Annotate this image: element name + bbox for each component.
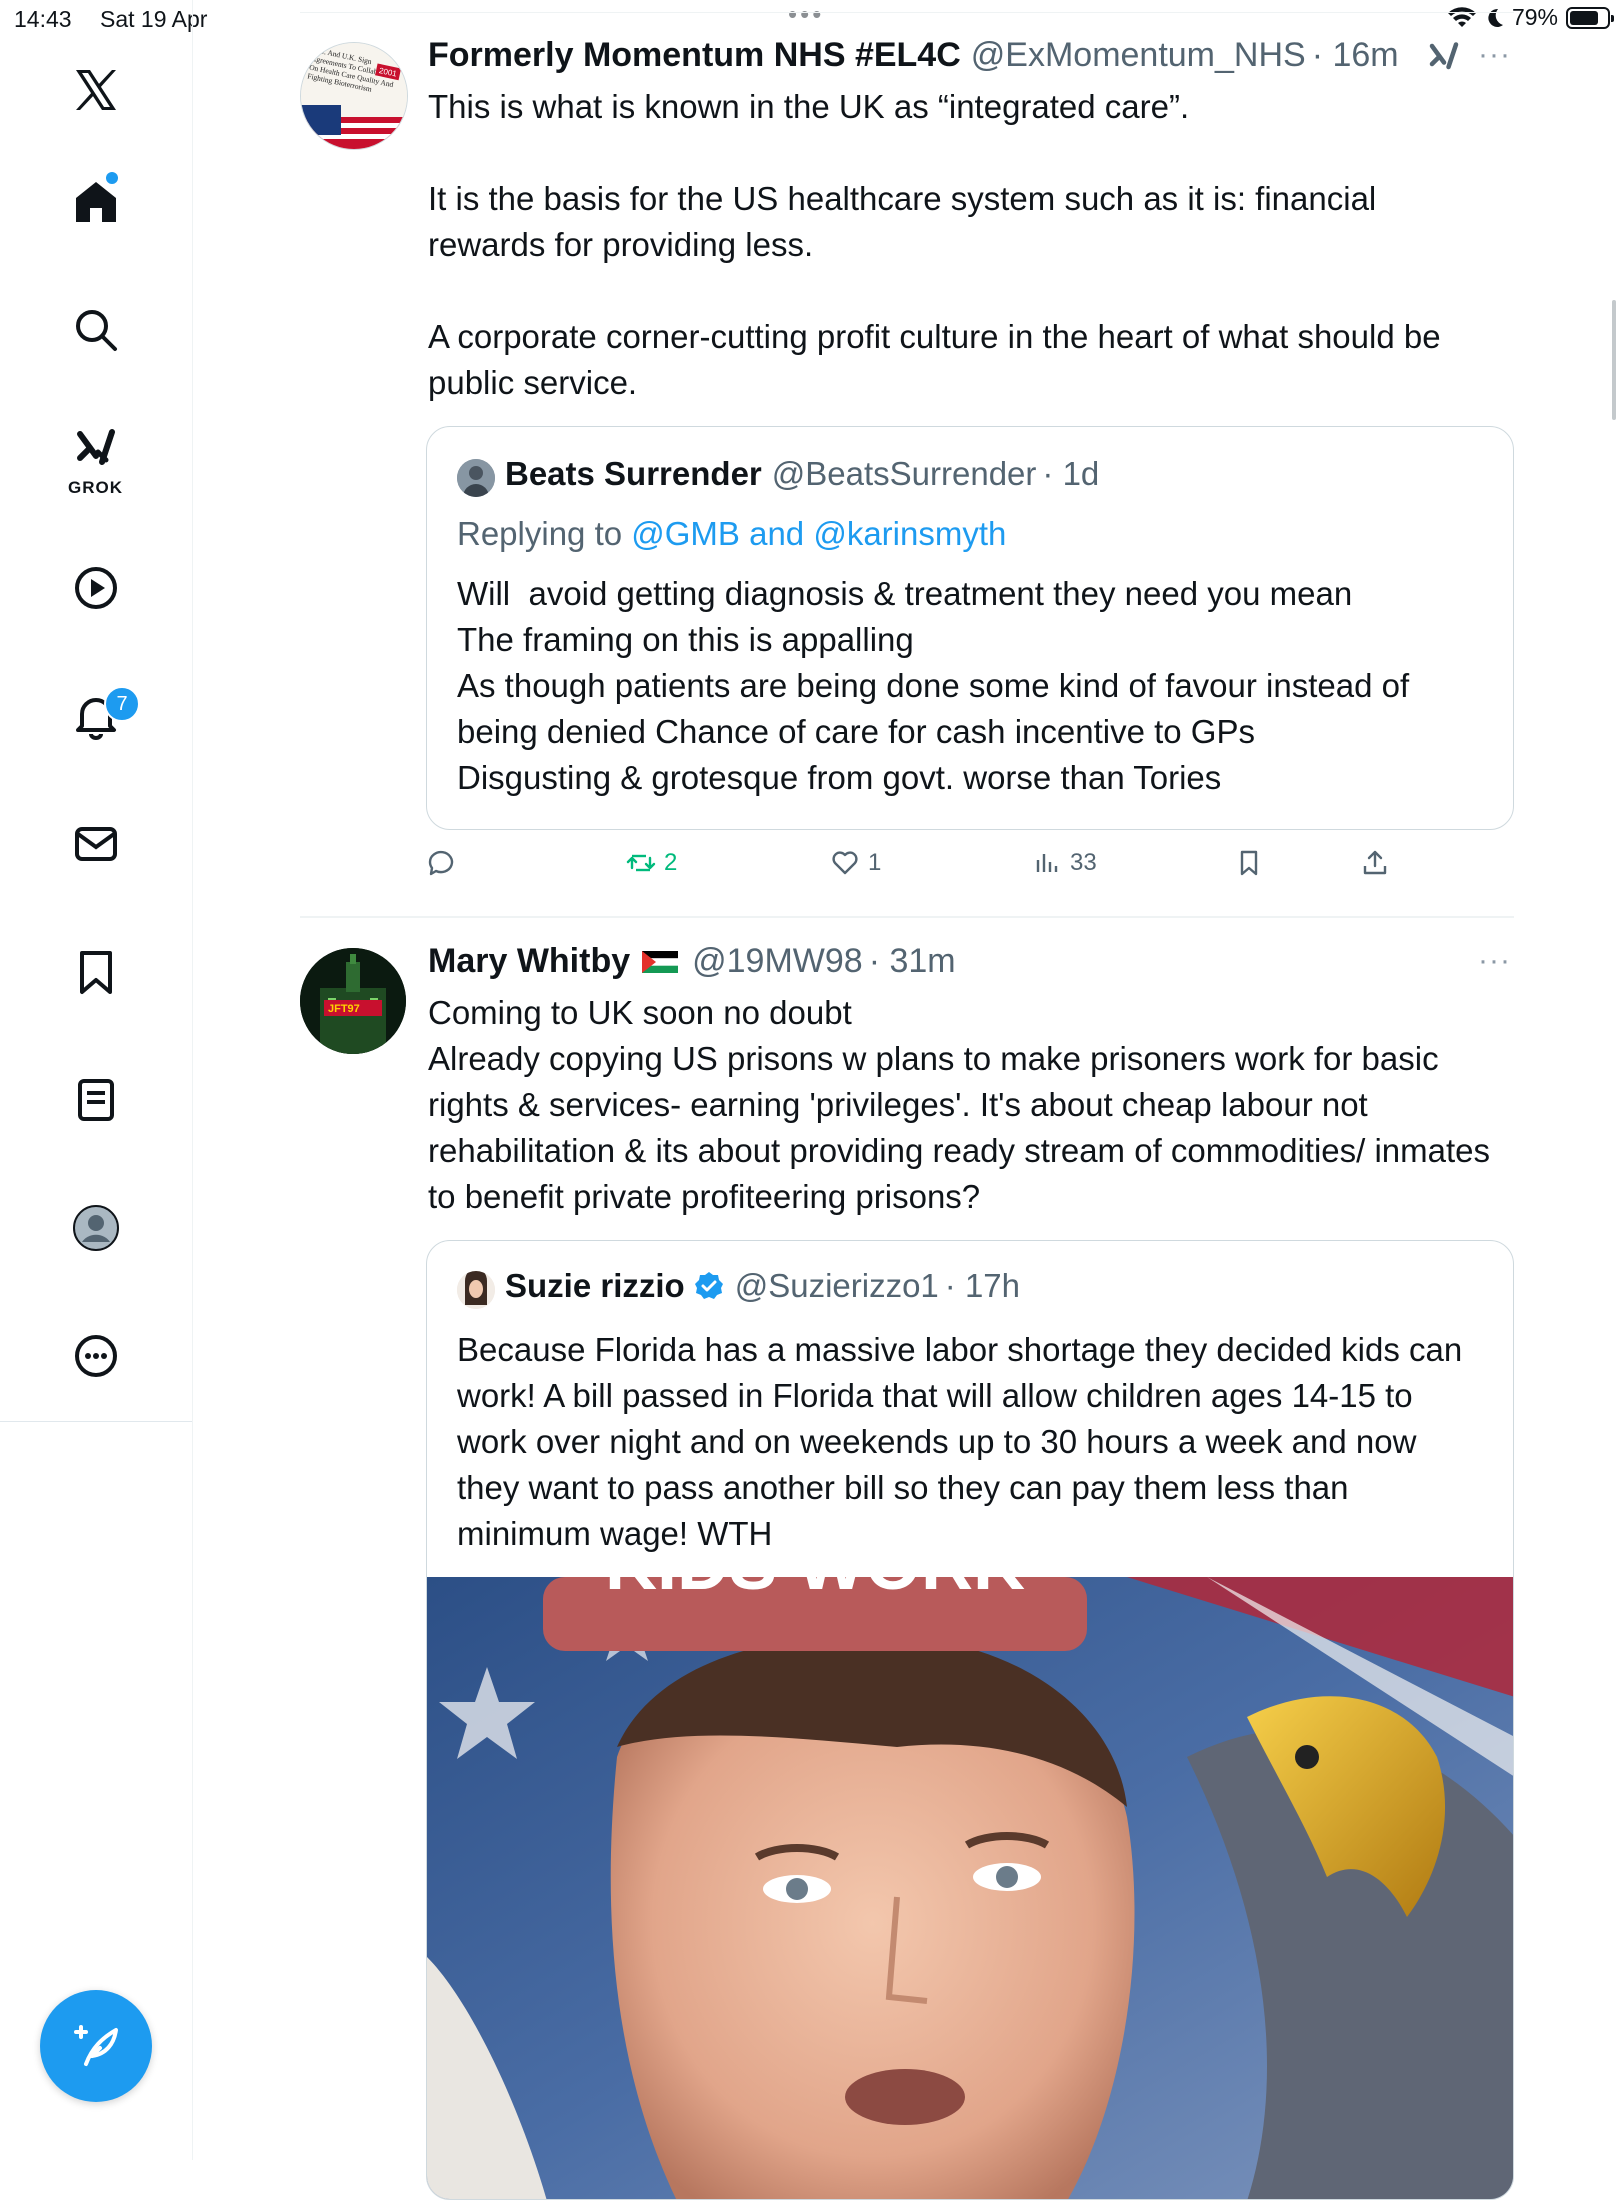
profile-icon: [73, 1205, 119, 1251]
quoted-tweet[interactable]: Beats Surrender @BeatsSurrender · 1d Rep…: [426, 426, 1514, 830]
messages-icon: [75, 827, 117, 861]
author-handle[interactable]: @ExMomentum_NHS: [971, 36, 1306, 75]
replying-to-users[interactable]: @GMB and @karinsmyth: [631, 515, 1006, 552]
quoted-avatar-image: [457, 459, 495, 497]
nav-search[interactable]: [56, 290, 136, 370]
battery-icon: [1566, 6, 1614, 29]
tweet-actions: 2 1 33: [426, 848, 1426, 888]
avatar-text: JFT97: [328, 1003, 360, 1015]
sidebar: GROK 7: [0, 0, 193, 2160]
quoted-text: Because Florida has a massive labor shor…: [457, 1331, 1472, 1552]
reply-icon: [428, 850, 454, 876]
replying-to: Replying to @GMB and @karinsmyth: [457, 515, 1006, 553]
quoted-time: · 1d: [1042, 455, 1100, 492]
x-logo-icon: [76, 70, 116, 110]
lists-icon: [78, 1079, 114, 1121]
like-count: 1: [868, 849, 882, 876]
author-name[interactable]: Mary Whitby: [428, 942, 630, 981]
repost-count: 2: [664, 849, 678, 876]
quoted-author-handle: @BeatsSurrender: [771, 455, 1037, 492]
sidebar-divider: [0, 1421, 192, 1422]
grok-label: GROK: [68, 478, 123, 497]
author-name[interactable]: Formerly Momentum NHS #EL4C: [428, 36, 961, 75]
nav-bookmarks[interactable]: [56, 932, 136, 1012]
quoted-header: Beats Surrender @BeatsSurrender · 1d: [505, 455, 1099, 493]
repost-button[interactable]: 2: [626, 848, 677, 878]
tweet-time[interactable]: · 16m: [1312, 36, 1399, 75]
avatar[interactable]: JFT97: [300, 948, 406, 1054]
quoted-text: Will avoid getting diagnosis & treatment…: [457, 575, 1410, 796]
battery-percent: 79%: [1511, 4, 1558, 30]
bookmark-icon: [1240, 850, 1258, 876]
tweet-divider: [300, 916, 1514, 918]
more-options-icon[interactable]: ···: [1478, 944, 1511, 978]
nav-more[interactable]: [56, 1316, 136, 1396]
media-thumbnail-image: KIDS WORK: [427, 1577, 1513, 2199]
avatar[interactable]: U.S. And U.K. Sign Agreements To Collabo…: [300, 42, 408, 150]
quoted-avatar: [457, 1271, 495, 1309]
tweet-text: Coming to UK soon no doubt Already copyi…: [428, 994, 1491, 1215]
share-icon: [1363, 850, 1387, 875]
quoted-author-name: Beats Surrender: [505, 455, 762, 492]
scrollbar[interactable]: [1612, 300, 1616, 420]
heart-icon: [832, 851, 858, 875]
video-icon: [75, 567, 117, 609]
nav-messages[interactable]: [56, 804, 136, 884]
notification-badge: 7: [104, 686, 140, 722]
quoted-media-video[interactable]: KIDS WORK: [427, 1577, 1513, 2199]
reply-button[interactable]: [426, 848, 464, 878]
quoted-author-handle: @Suzierizzo1: [734, 1267, 939, 1304]
verified-badge-icon: [694, 1272, 723, 1299]
views-button[interactable]: 33: [1032, 848, 1097, 878]
home-icon: [76, 182, 116, 222]
views-count: 33: [1070, 849, 1097, 876]
timeline-feed: U.S. And U.K. Sign Agreements To Collabo…: [300, 0, 1616, 2200]
tweet-text: This is what is known in the UK as “inte…: [428, 88, 1441, 401]
repost-icon: [626, 854, 656, 872]
nav-home[interactable]: [56, 162, 136, 242]
search-icon: [76, 310, 117, 351]
palestine-flag-icon: [642, 950, 679, 973]
author-handle[interactable]: @19MW98: [692, 942, 863, 981]
quoted-time: · 17h: [944, 1267, 1020, 1304]
quoted-avatar: [457, 459, 495, 497]
grok-icon: [77, 429, 115, 465]
quoted-author-name: Suzie rizzio: [505, 1267, 685, 1304]
nav-video[interactable]: [56, 548, 136, 628]
nav-lists[interactable]: [56, 1060, 136, 1140]
views-icon: [1036, 854, 1058, 872]
avatar-newspaper-image: U.S. And U.K. Sign Agreements To Collabo…: [301, 43, 407, 149]
grok-icon: [1429, 42, 1459, 70]
like-button[interactable]: 1: [830, 848, 881, 878]
avatar-building-image: JFT97: [300, 948, 406, 1054]
tweet-header: Formerly Momentum NHS #EL4C @ExMomentum_…: [428, 36, 1399, 75]
bookmarks-icon: [80, 951, 112, 994]
compose-button[interactable]: [40, 1990, 152, 2102]
share-button[interactable]: [1360, 848, 1390, 878]
feed-top-divider: [300, 12, 1514, 13]
more-icon: [75, 1335, 117, 1377]
quoted-tweet[interactable]: Suzie rizzio @Suzierizzo1 · 17h Because …: [426, 1240, 1514, 2200]
compose-feather-icon: [74, 2025, 118, 2066]
tweet-header: Mary Whitby @19MW98 · 31m: [428, 942, 956, 981]
media-banner-text: KIDS WORK: [605, 1577, 1025, 1605]
quoted-avatar-image: [457, 1271, 495, 1309]
bookmark-button[interactable]: [1234, 848, 1264, 878]
home-unread-dot: [106, 172, 118, 184]
nav-profile[interactable]: [56, 1188, 136, 1268]
x-logo[interactable]: [56, 50, 136, 130]
quoted-header: Suzie rizzio @Suzierizzo1 · 17h: [505, 1267, 1020, 1305]
more-options-icon[interactable]: ···: [1478, 38, 1511, 72]
tweet-time[interactable]: · 31m: [869, 942, 956, 981]
replying-prefix: Replying to: [457, 515, 632, 552]
grok-explain-button[interactable]: [1426, 40, 1462, 81]
